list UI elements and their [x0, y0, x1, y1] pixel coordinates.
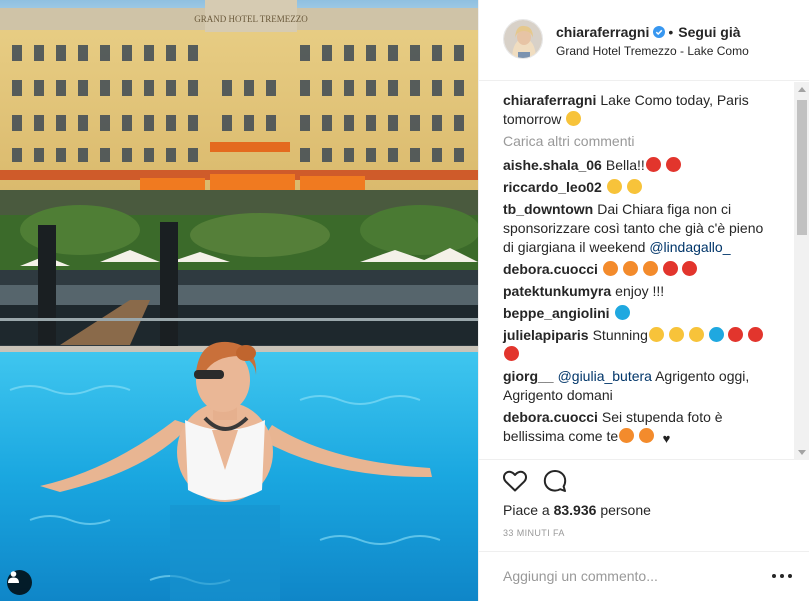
cat-heart-eyes-emoji-icon	[602, 261, 618, 276]
comment-item: debora.cuocci	[503, 260, 769, 279]
post-side-panel: chiaraferragni • Segui già Grand Hotel T…	[478, 0, 809, 601]
speech-bubble-icon[interactable]	[541, 467, 569, 495]
avatar[interactable]	[503, 19, 543, 59]
heart-eyes-emoji-icon	[504, 346, 519, 361]
comment-item: tb_downtown Dai Chiara figa non ci sponso…	[503, 200, 769, 257]
comment-username[interactable]: aishe.shala_06	[503, 157, 602, 173]
comment-username[interactable]: patektunkumyra	[503, 283, 611, 299]
post-timestamp[interactable]: 33 MINUTI FA	[503, 528, 565, 538]
scroll-up-arrow-icon[interactable]	[798, 87, 806, 92]
black-heart-emoji-icon: ♥	[662, 431, 671, 446]
heart-eyes-emoji-icon	[748, 327, 764, 342]
post-username[interactable]: chiaraferragni	[556, 24, 649, 40]
add-comment-input[interactable]: Aggiungi un commento...	[503, 568, 658, 584]
comments-list[interactable]: chiaraferragni Lake Como today, Paris tom…	[479, 82, 809, 460]
heart-eyes-emoji-icon	[645, 157, 661, 172]
header-line: chiaraferragni • Segui già	[556, 24, 741, 40]
fish-emoji-icon	[708, 327, 724, 342]
follow-button[interactable]: Segui già	[678, 24, 740, 40]
likes-number: 83.936	[553, 502, 597, 518]
comment-username[interactable]: debora.cuocci	[503, 409, 598, 425]
post-actions	[501, 467, 581, 497]
heart-eyes-emoji-icon	[665, 157, 681, 172]
verified-badge-icon	[653, 26, 666, 38]
hotel-sign: GRAND HOTEL TREMEZZO	[194, 14, 308, 24]
ellipsis-icon[interactable]	[772, 574, 792, 580]
comment-username[interactable]: julielapiparis	[503, 327, 589, 343]
post-photo[interactable]: GRAND HOTEL TREMEZZO	[0, 0, 478, 601]
user-tag-icon[interactable]	[7, 570, 32, 595]
comment-item: giorg__ @giulia_butera Agrigento oggi, Ag…	[503, 367, 769, 405]
likes-count[interactable]: Piace a 83.936 persone	[503, 502, 651, 518]
grinning-emoji-icon	[606, 179, 622, 194]
cat-heart-eyes-emoji-icon	[642, 261, 658, 276]
comment-text: Stunning	[592, 327, 648, 343]
comment-mention[interactable]: @giulia_butera	[558, 368, 652, 384]
comment-username[interactable]: riccardo_leo02	[503, 179, 602, 195]
scrollbar-thumb[interactable]	[797, 100, 807, 235]
post-location[interactable]: Grand Hotel Tremezzo - Lake Como	[556, 44, 749, 58]
scroll-down-arrow-icon[interactable]	[798, 450, 806, 455]
smiling-emoji-icon	[566, 111, 582, 126]
comments-scrollbar[interactable]	[794, 82, 809, 460]
grinning-emoji-icon	[648, 327, 664, 342]
heart-eyes-emoji-icon	[728, 327, 744, 342]
comment-username[interactable]: beppe_angiolini	[503, 305, 610, 321]
separator-dot: •	[668, 24, 674, 40]
grinning-emoji-icon	[626, 179, 642, 194]
comment-item: beppe_angiolini	[503, 304, 769, 323]
comment-username[interactable]: giorg__	[503, 368, 554, 384]
comment-text: enjoy !!!	[615, 283, 665, 299]
comment-item: aishe.shala_06 Bella!!	[503, 156, 769, 175]
grinning-emoji-icon	[688, 327, 704, 342]
heart-emoji-icon	[682, 261, 698, 276]
caption: chiaraferragni Lake Como today, Paris tom…	[503, 91, 769, 129]
likes-suffix: persone	[600, 502, 651, 518]
comment-username[interactable]: tb_downtown	[503, 201, 593, 217]
comment-username[interactable]: debora.cuocci	[503, 261, 598, 277]
heart-outline-icon[interactable]	[501, 467, 529, 495]
add-comment-bar: Aggiungi un commento...	[479, 551, 809, 601]
grinning-emoji-icon	[668, 327, 684, 342]
likes-label: Piace a	[503, 502, 550, 518]
comment-item: debora.cuocci Sei stupenda foto è belliss…	[503, 408, 769, 446]
load-more-comments-button[interactable]: Carica altri commenti	[503, 132, 769, 151]
comment-item: patektunkumyra enjoy !!!	[503, 282, 769, 301]
cat-heart-eyes-emoji-icon	[622, 261, 638, 276]
comment-item: julielapiparis Stunning	[503, 326, 769, 364]
post-dialog: GRAND HOTEL TREMEZZO chiaraferragni • Se…	[0, 0, 809, 601]
cat-heart-eyes-emoji-icon	[639, 428, 655, 443]
cat-heart-eyes-emoji-icon	[619, 428, 635, 443]
caption-username[interactable]: chiaraferragni	[503, 92, 596, 108]
blue-heart-emoji-icon	[614, 305, 630, 320]
photo-illustration: GRAND HOTEL TREMEZZO	[0, 0, 478, 601]
comment-text: Bella!!	[605, 157, 645, 173]
heart-emoji-icon	[662, 261, 678, 276]
comment-item: riccardo_leo02	[503, 178, 769, 197]
post-header: chiaraferragni • Segui già Grand Hotel T…	[479, 0, 809, 81]
comment-mention[interactable]: @lindagallo_	[649, 239, 730, 255]
